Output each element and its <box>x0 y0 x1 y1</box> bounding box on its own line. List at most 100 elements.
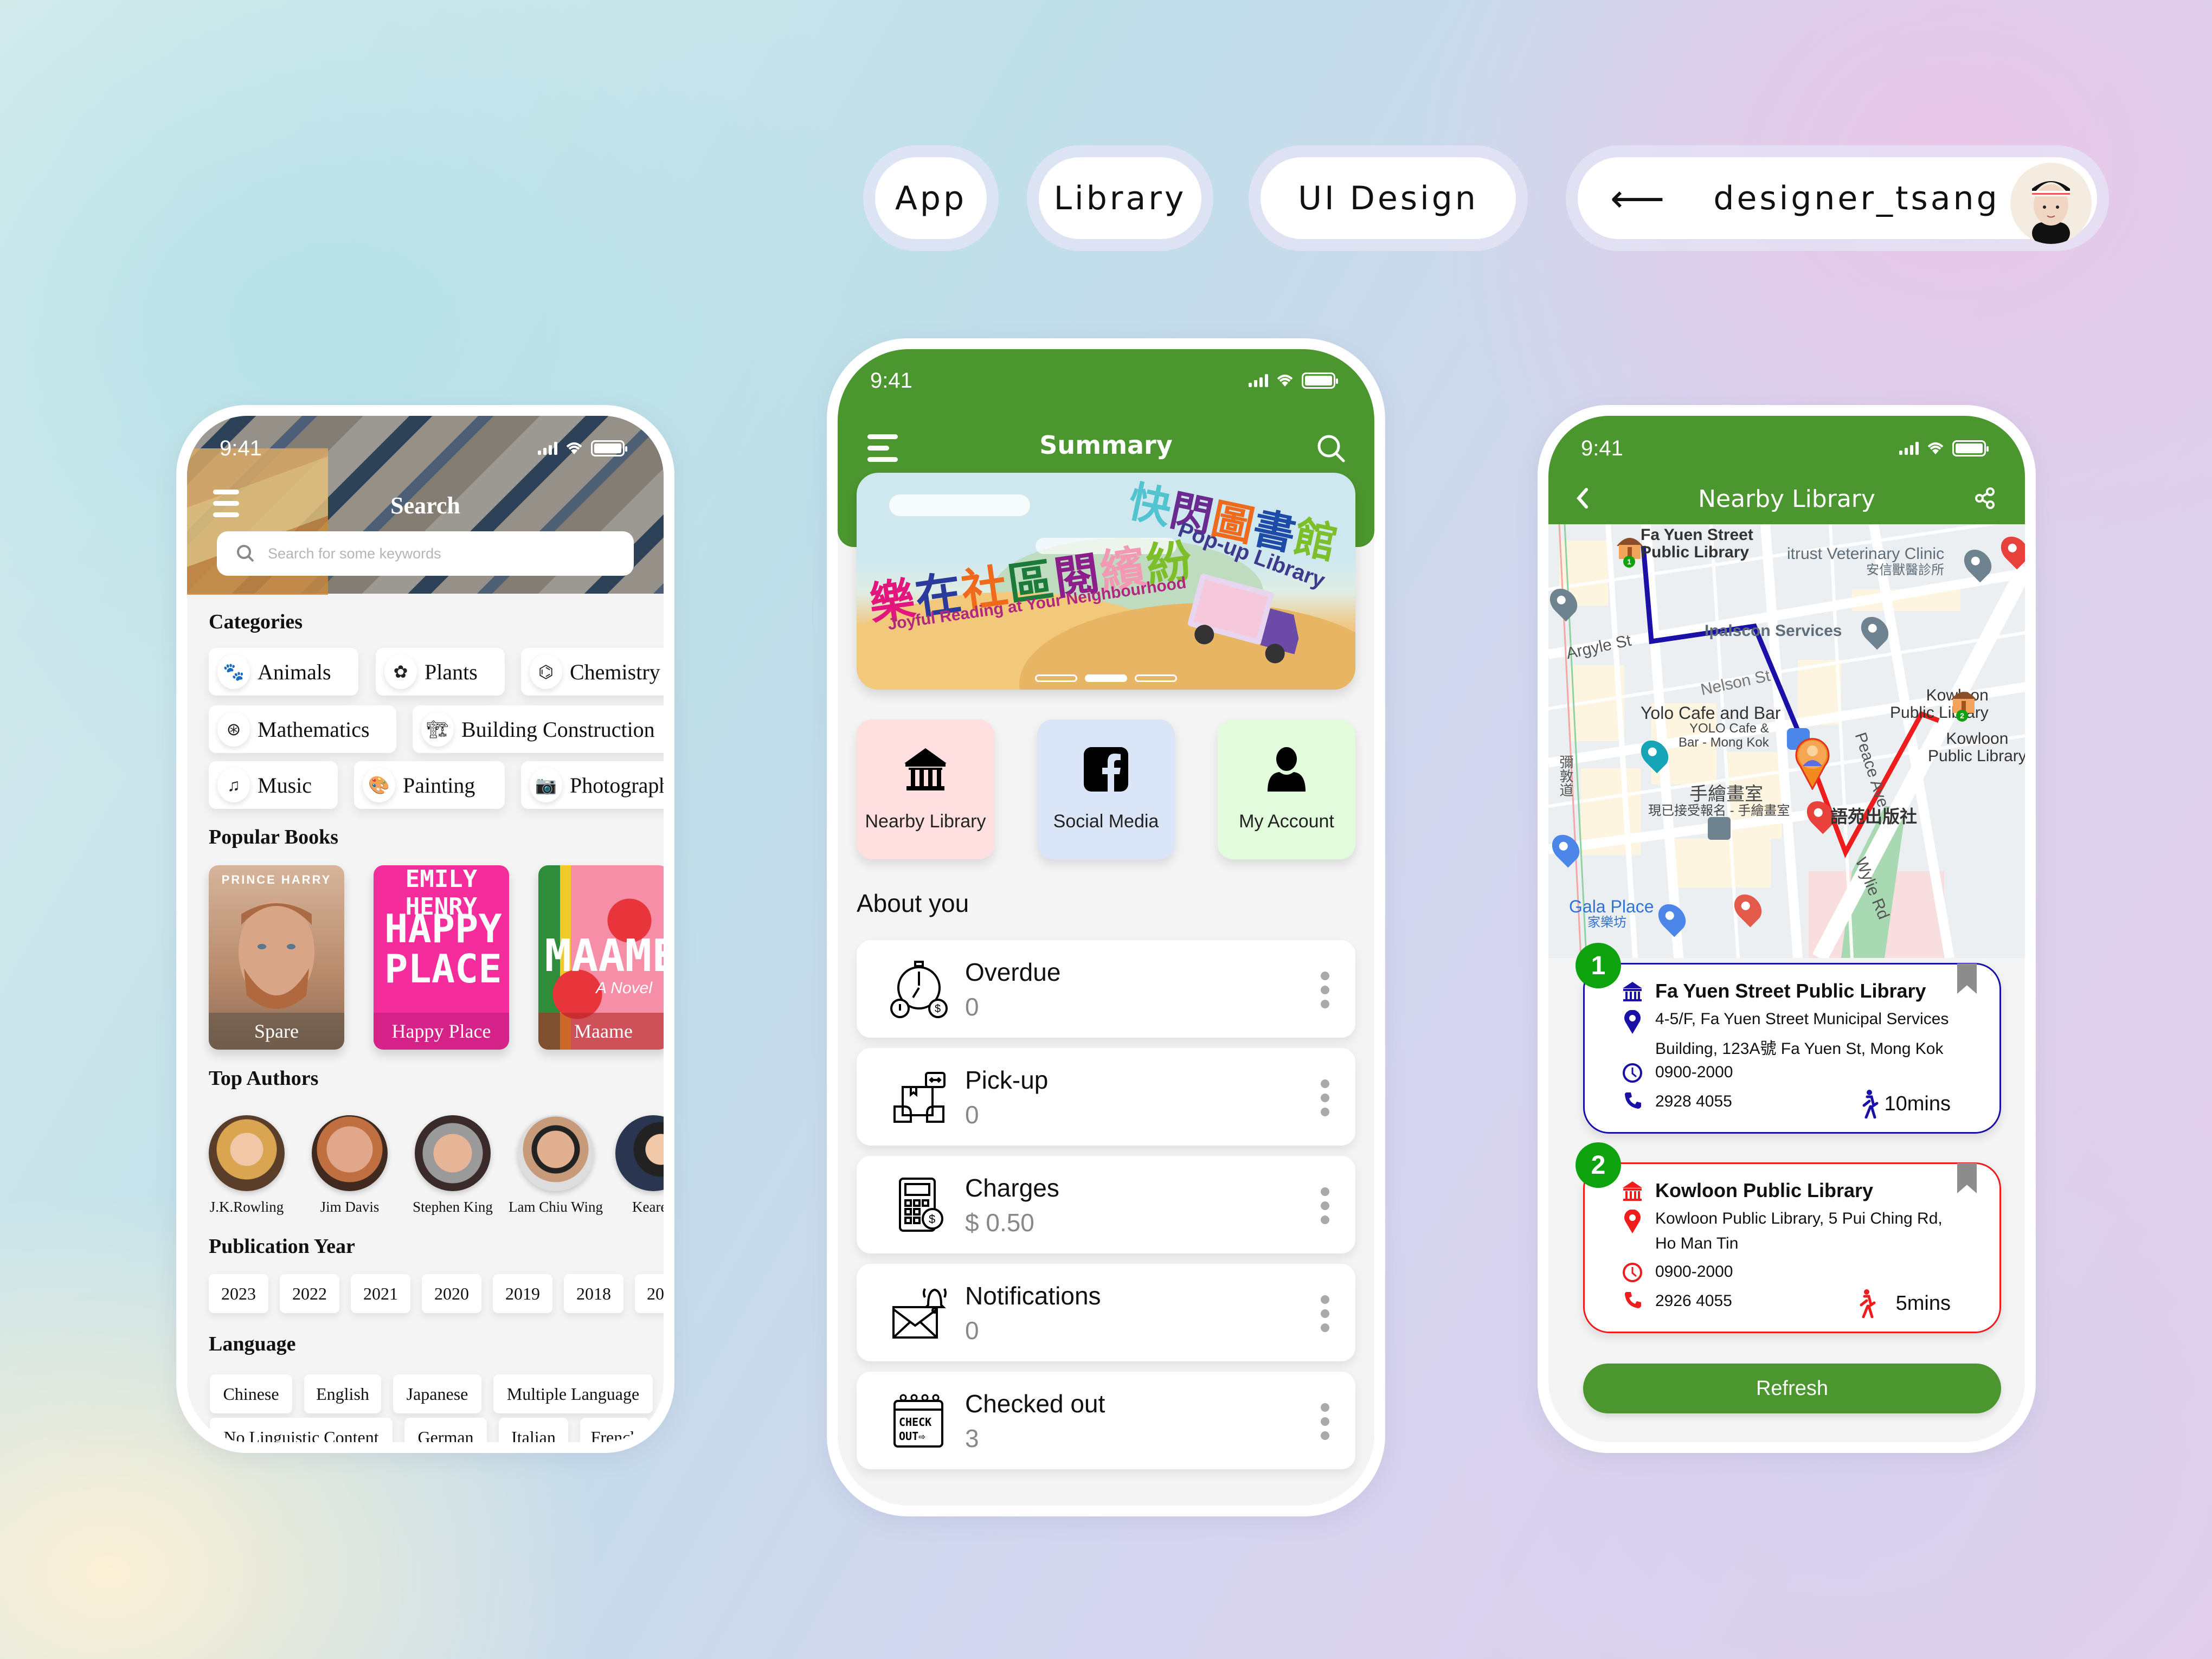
carousel-dot-active[interactable] <box>1085 674 1127 682</box>
author-item[interactable]: Kearen <box>615 1115 664 1216</box>
search-icon[interactable] <box>1316 433 1346 464</box>
more-options-icon[interactable] <box>1321 1187 1329 1224</box>
tag-ui-design-label: UI Design <box>1261 157 1516 239</box>
carousel-dot[interactable] <box>1135 674 1177 682</box>
category-photography[interactable]: 📷 Photography <box>521 761 664 809</box>
stat-value: 0 <box>965 1101 979 1129</box>
quick-link-my-account[interactable]: My Account <box>1218 719 1355 859</box>
book-cover-title: MAAME <box>544 930 664 982</box>
search-box[interactable] <box>217 531 634 576</box>
author-name: Lam Chiu Wing <box>509 1199 603 1215</box>
stat-card-notifications[interactable]: Notifications 0 <box>857 1264 1355 1361</box>
more-options-icon[interactable] <box>1321 1295 1329 1332</box>
year-chip[interactable]: 2023 <box>209 1274 268 1313</box>
quick-link-nearby-library[interactable]: Nearby Library <box>857 719 994 859</box>
walk-time-value: 10mins <box>1884 1092 1951 1115</box>
author-photo <box>415 1115 491 1191</box>
walk-time: 5mins <box>1857 1289 1951 1318</box>
category-mathematics[interactable]: ⊛ Mathematics <box>209 705 396 753</box>
library-card[interactable]: Kowloon Public Library Kowloon Public Li… <box>1583 1162 2001 1333</box>
year-chip[interactable]: 2020 <box>422 1274 481 1313</box>
tag-app-label: App <box>875 157 987 239</box>
language-chip[interactable]: No Linguistic Content <box>210 1418 393 1442</box>
library-card[interactable]: Fa Yuen Street Public Library 4-5/F, Fa … <box>1583 963 2001 1134</box>
language-chip[interactable]: German <box>404 1418 487 1442</box>
user-location-marker-icon <box>1795 738 1830 790</box>
share-icon[interactable] <box>1974 487 1996 509</box>
battery-icon <box>591 440 627 456</box>
year-chip[interactable]: 2022 <box>280 1274 339 1313</box>
map-label-studio-sub: 現已接受報名 - 手繪畫室 <box>1648 803 1790 818</box>
book-card[interactable]: MAAME A Novel Maame <box>538 865 664 1050</box>
year-chip[interactable]: 2018 <box>564 1274 623 1313</box>
venn-diagram-icon: ⊛ <box>217 712 250 747</box>
year-chip[interactable]: 2021 <box>351 1274 410 1313</box>
more-options-icon[interactable] <box>1321 1403 1329 1440</box>
map-label-gala-place: Gala Place 家樂坊 <box>1569 897 1654 930</box>
book-cover-title: HAPPY PLACE <box>384 906 502 992</box>
book-card[interactable]: PRINCE HARRY Spare <box>209 865 344 1050</box>
author-item[interactable]: J.K.Rowling <box>209 1115 285 1216</box>
language-chip[interactable]: French <box>580 1418 650 1442</box>
category-building-construction[interactable]: 🏗 Building Construction <box>413 705 664 753</box>
language-chip[interactable]: English <box>304 1374 381 1413</box>
stat-card-charges[interactable]: $ Charges $ 0.50 <box>857 1156 1355 1253</box>
stat-card-pickup[interactable]: Pick-up 0 <box>857 1048 1355 1146</box>
category-chemistry[interactable]: ⌬ Chemistry <box>521 648 664 696</box>
category-label: Music <box>258 773 312 798</box>
carousel-dot[interactable] <box>1035 674 1077 682</box>
tag-library[interactable]: Library <box>1027 145 1213 251</box>
quick-link-label: Nearby Library <box>865 811 986 832</box>
stat-card-checked-out[interactable]: CHECK OUT⇨ Checked out 3 <box>857 1372 1355 1469</box>
year-chip[interactable]: 2019 <box>493 1274 552 1313</box>
clock-icon <box>1623 1263 1642 1282</box>
search-input[interactable] <box>268 545 634 562</box>
svg-text:OUT⇨: OUT⇨ <box>899 1430 925 1443</box>
author-item[interactable]: Lam Chiu Wing <box>509 1115 603 1216</box>
map-view[interactable]: 1 Fa Yuen Street Public Library itrust Ve… <box>1548 524 2025 958</box>
more-options-icon[interactable] <box>1321 972 1329 1008</box>
year-chip[interactable]: 2017 <box>635 1274 664 1313</box>
map-label-nathan-rd: 彌敦道 <box>1558 755 1574 797</box>
designer-pill[interactable]: ⟵ designer_tsang <box>1566 145 2109 251</box>
status-time: 9:41 <box>870 368 912 393</box>
battery-icon <box>1302 372 1338 389</box>
overdue-timer-icon: $ <box>890 961 948 1018</box>
book-cover-subtitle: A Novel <box>596 979 652 997</box>
language-heading: Language <box>209 1333 296 1355</box>
designer-name: designer_tsang <box>1713 179 2000 217</box>
stat-label: Overdue <box>965 958 1061 986</box>
school-marker-icon[interactable] <box>1708 817 1731 840</box>
language-chip[interactable]: Multiple Language <box>493 1374 653 1413</box>
tag-app[interactable]: App <box>863 145 999 251</box>
category-music[interactable]: ♫ Music <box>209 761 338 809</box>
stat-label: Charges <box>965 1174 1059 1202</box>
author-item[interactable]: Jim Davis <box>312 1115 388 1216</box>
refresh-button[interactable]: Refresh <box>1583 1364 2001 1413</box>
language-chip[interactable]: Japanese <box>393 1374 481 1413</box>
library-address-line2: Building, 123A號 Fa Yuen St, Mong Kok <box>1655 1040 1944 1058</box>
library-name: Fa Yuen Street Public Library <box>1655 980 1926 1002</box>
tag-ui-design[interactable]: UI Design <box>1249 145 1528 251</box>
bookmark-icon[interactable] <box>1957 1163 1977 1193</box>
language-chip[interactable]: Italian <box>499 1418 568 1442</box>
category-painting[interactable]: 🎨 Painting <box>354 761 505 809</box>
promo-banner[interactable]: 樂在社區閱繽紛 Joyful Reading at Your Neighbour… <box>857 473 1355 690</box>
quick-link-social-media[interactable]: Social Media <box>1037 719 1175 859</box>
language-chip[interactable]: Chinese <box>210 1374 292 1413</box>
library-hours: 0900-2000 <box>1655 1063 1733 1081</box>
author-item[interactable]: Stephen King <box>413 1115 493 1216</box>
library-address-line1: 4-5/F, Fa Yuen Street Municipal Services <box>1655 1010 1949 1028</box>
quick-link-label: Social Media <box>1053 811 1159 832</box>
category-plants[interactable]: ✿ Plants <box>376 648 505 696</box>
category-animals[interactable]: 🐾 Animals <box>209 648 358 696</box>
menu-icon[interactable] <box>867 434 898 462</box>
more-options-icon[interactable] <box>1321 1079 1329 1116</box>
category-label: Building Construction <box>461 717 655 742</box>
book-card[interactable]: EMILY HENRY HAPPY PLACE Happy Place <box>374 865 509 1050</box>
bookmark-icon[interactable] <box>1957 963 1977 994</box>
author-photo <box>615 1115 664 1191</box>
author-photo <box>312 1115 388 1191</box>
stat-card-overdue[interactable]: $ Overdue 0 <box>857 940 1355 1038</box>
stat-label: Checked out <box>965 1390 1105 1418</box>
